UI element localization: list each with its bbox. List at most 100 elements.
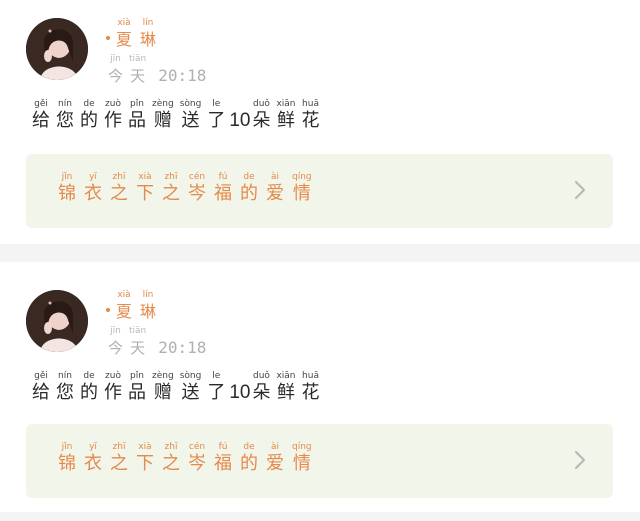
hanzi: 您 <box>56 382 74 403</box>
pinyin: huā <box>302 371 319 381</box>
hanzi: 情 <box>292 183 311 204</box>
name-char: lín 琳 <box>140 18 156 51</box>
name-dot-marker <box>106 36 110 40</box>
title-char: de 的 <box>240 172 258 205</box>
hanzi: 福 <box>214 183 232 204</box>
user-name[interactable]: xià 夏 lín 琳 <box>106 290 164 323</box>
name-char: lín 琳 <box>140 290 156 323</box>
message-char: gěi 给 <box>32 371 50 404</box>
hanzi: 给 <box>32 382 50 403</box>
hanzi: 送 <box>181 382 200 403</box>
pinyin: ài <box>270 172 279 182</box>
pinyin: gěi <box>34 371 48 381</box>
pinyin: tiān <box>129 54 147 64</box>
hanzi: 福 <box>214 453 232 474</box>
title-char: jǐn 锦 <box>58 442 76 475</box>
pinyin: sòng <box>179 99 202 109</box>
message-char: nín 您 <box>56 99 74 132</box>
pinyin: zhī <box>112 442 126 452</box>
hanzi: 朵 <box>252 382 271 403</box>
pinyin: zuò <box>105 371 121 381</box>
hanzi: 花 <box>301 382 320 403</box>
hanzi: 夏 <box>116 302 133 321</box>
gift-notification-card: xià 夏 lín 琳 jīn 今 tiān 天 20:18 gěi 给 nín 您 de 的 zuò 作 p… <box>0 262 640 512</box>
hanzi: 鲜 <box>276 110 295 131</box>
flower-count: 10 <box>229 110 251 131</box>
pinyin: duǒ <box>252 99 270 109</box>
hanzi: 岑 <box>188 453 206 474</box>
work-link-button[interactable]: jǐn 锦 yī 衣 zhī 之 xià 下 zhī 之 cén 岑 fú 福 de 的 ài 爱 qíng 情 <box>26 424 613 498</box>
pinyin: yī <box>89 172 97 182</box>
title-char: qíng 情 <box>292 172 312 205</box>
name-char: xià 夏 <box>116 18 132 51</box>
hanzi: 的 <box>240 183 258 204</box>
hanzi: 天 <box>130 339 146 357</box>
timestamp: jīn 今 tiān 天 20:18 <box>108 326 206 359</box>
title-char: zhī 之 <box>110 442 128 475</box>
pinyin: ài <box>270 442 279 452</box>
hanzi: 之 <box>162 183 180 204</box>
name-dot-marker <box>106 308 110 312</box>
hanzi: 锦 <box>58 183 76 204</box>
message-char: le 了 <box>207 371 225 404</box>
gift-notification-card: xià 夏 lín 琳 jīn 今 tiān 天 20:18 gěi 给 nín 您 de 的 zuò 作 p… <box>0 0 640 244</box>
hanzi: 今 <box>108 339 124 357</box>
hanzi: 赠 <box>153 110 172 131</box>
title-char: cén 岑 <box>188 442 206 475</box>
pinyin: de <box>83 99 95 109</box>
name-char: xià 夏 <box>116 290 132 323</box>
pinyin: cén <box>188 442 206 452</box>
hanzi: 下 <box>136 453 154 474</box>
pinyin: jǐn <box>61 172 73 182</box>
message-char: xiān 鲜 <box>276 371 295 404</box>
message-char: sòng 送 <box>180 371 202 404</box>
pinyin: zèng <box>152 99 174 109</box>
avatar[interactable] <box>26 290 88 352</box>
pinyin: fú <box>218 442 228 452</box>
pinyin: huā <box>302 99 319 109</box>
hanzi: 锦 <box>58 453 76 474</box>
message-char: le 了 <box>207 99 225 132</box>
hanzi: 下 <box>136 183 154 204</box>
message-char: nín 您 <box>56 371 74 404</box>
message-char: xiān 鲜 <box>276 99 295 132</box>
pinyin: nín <box>58 371 72 381</box>
message-char: huā 花 <box>302 371 320 404</box>
work-title: jǐn 锦 yī 衣 zhī 之 xià 下 zhī 之 cén 岑 fú 福 de 的 ài 爱 qíng 情 <box>58 442 320 475</box>
title-char: cén 岑 <box>188 172 206 205</box>
pinyin: lín <box>142 290 154 300</box>
gift-message: gěi 给 nín 您 de 的 zuò 作 pǐn 品 zèng 赠 sòng 送 le 了 10 duǒ 朵 xi… <box>32 99 326 132</box>
hanzi: 朵 <box>252 110 271 131</box>
pinyin: sòng <box>179 371 202 381</box>
hanzi: 爱 <box>266 453 284 474</box>
time-clock: 20:18 <box>158 338 207 357</box>
work-link-button[interactable]: jǐn 锦 yī 衣 zhī 之 xià 下 zhī 之 cén 岑 fú 福 de 的 ài 爱 qíng 情 <box>26 154 613 228</box>
message-char: zèng 赠 <box>152 99 174 132</box>
pinyin: gěi <box>34 99 48 109</box>
avatar[interactable] <box>26 18 88 80</box>
chevron-right-icon <box>574 450 586 470</box>
user-name[interactable]: xià 夏 lín 琳 <box>106 18 164 51</box>
hanzi: 作 <box>104 110 122 131</box>
time-char: jīn 今 <box>108 54 123 87</box>
pinyin: xià <box>117 18 131 28</box>
title-char: ài 爱 <box>266 442 284 475</box>
hanzi: 琳 <box>140 30 157 49</box>
avatar-photo-icon <box>26 18 88 80</box>
hanzi: 夏 <box>116 30 133 49</box>
pinyin: xiān <box>276 371 296 381</box>
title-char: xià 下 <box>136 172 154 205</box>
title-char: jǐn 锦 <box>58 172 76 205</box>
message-char: duǒ 朵 <box>252 99 270 132</box>
pinyin: xiān <box>276 99 296 109</box>
pinyin: zhī <box>164 172 178 182</box>
time-char: tiān 天 <box>129 326 146 359</box>
work-title: jǐn 锦 yī 衣 zhī 之 xià 下 zhī 之 cén 岑 fú 福 de 的 ài 爱 qíng 情 <box>58 172 320 205</box>
pinyin: xià <box>138 442 152 452</box>
hanzi: 之 <box>110 453 128 474</box>
hanzi: 送 <box>181 110 200 131</box>
pinyin: jīn <box>110 54 121 64</box>
title-char: yī 衣 <box>84 442 102 475</box>
hanzi: 赠 <box>153 382 172 403</box>
hanzi: 您 <box>56 110 74 131</box>
